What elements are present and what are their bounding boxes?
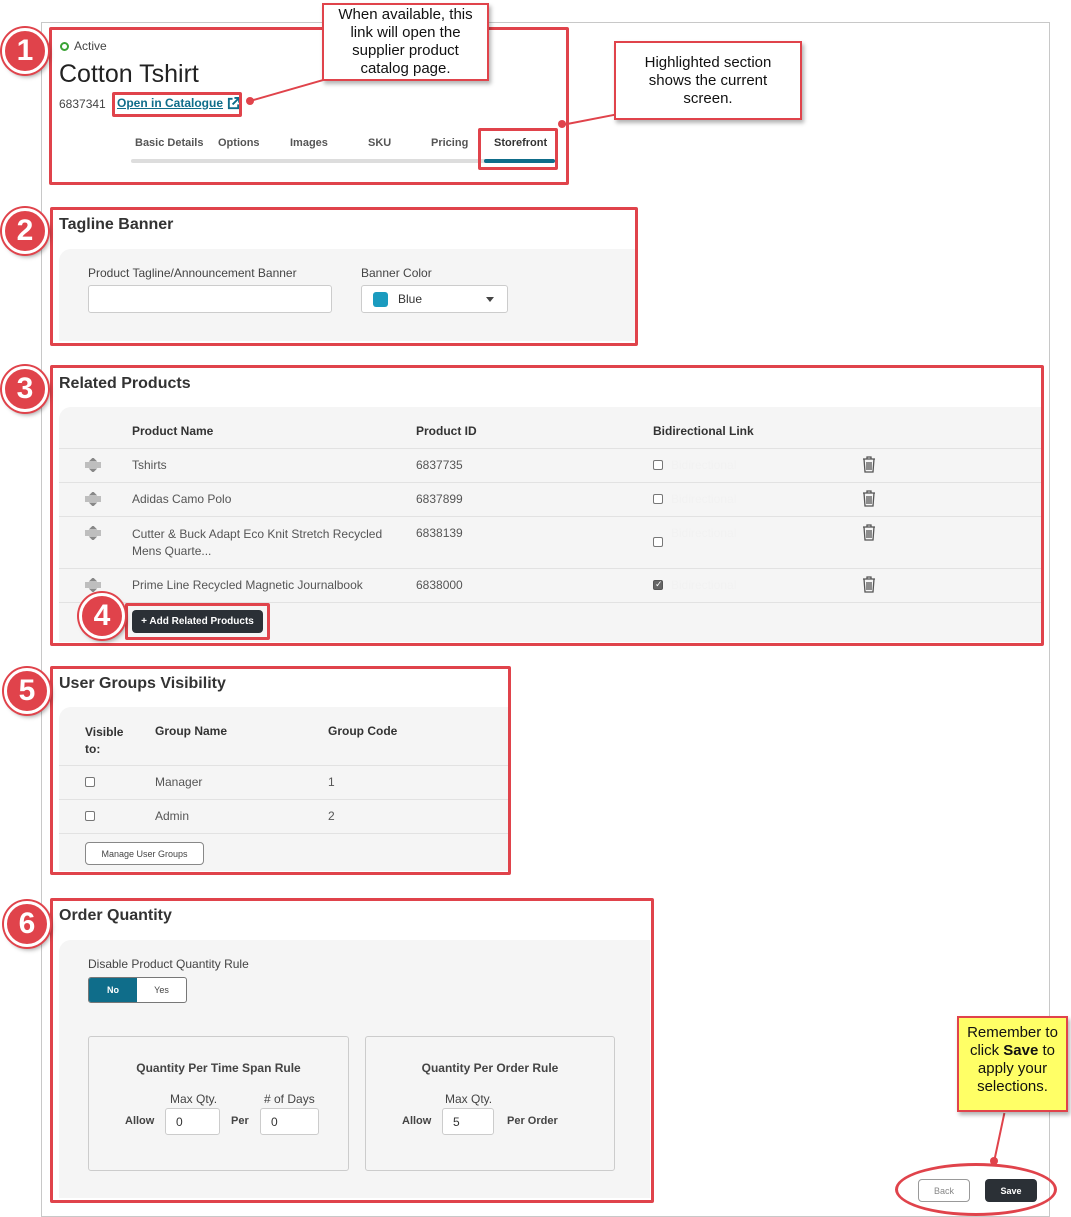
highlight-box-add-related xyxy=(125,603,270,640)
step-badge-5: 5 xyxy=(4,668,50,714)
step-badge-1: 1 xyxy=(2,28,48,74)
highlight-callout: Highlighted section shows the current sc… xyxy=(614,41,802,120)
save-callout: Remember to click Save to apply your sel… xyxy=(957,1016,1068,1112)
step-badge-4: 4 xyxy=(79,593,125,639)
callout-connector-dot xyxy=(558,120,566,128)
callout-connector-dot xyxy=(990,1157,998,1165)
highlight-box-tagline xyxy=(50,207,638,346)
highlight-box-catalogue-link xyxy=(112,92,242,117)
highlight-box-storefront-tab xyxy=(478,128,558,170)
highlight-ellipse-save xyxy=(895,1163,1057,1216)
highlight-box-user-groups xyxy=(50,666,511,875)
save-callout-bold: Save xyxy=(1003,1042,1039,1059)
step-badge-6: 6 xyxy=(4,901,50,947)
highlight-box-order-quantity xyxy=(50,898,654,1203)
catalogue-callout: When available, this link will open the … xyxy=(322,3,489,81)
step-badge-3: 3 xyxy=(2,366,48,412)
step-badge-2: 2 xyxy=(2,208,48,254)
callout-connector-dot xyxy=(246,97,254,105)
